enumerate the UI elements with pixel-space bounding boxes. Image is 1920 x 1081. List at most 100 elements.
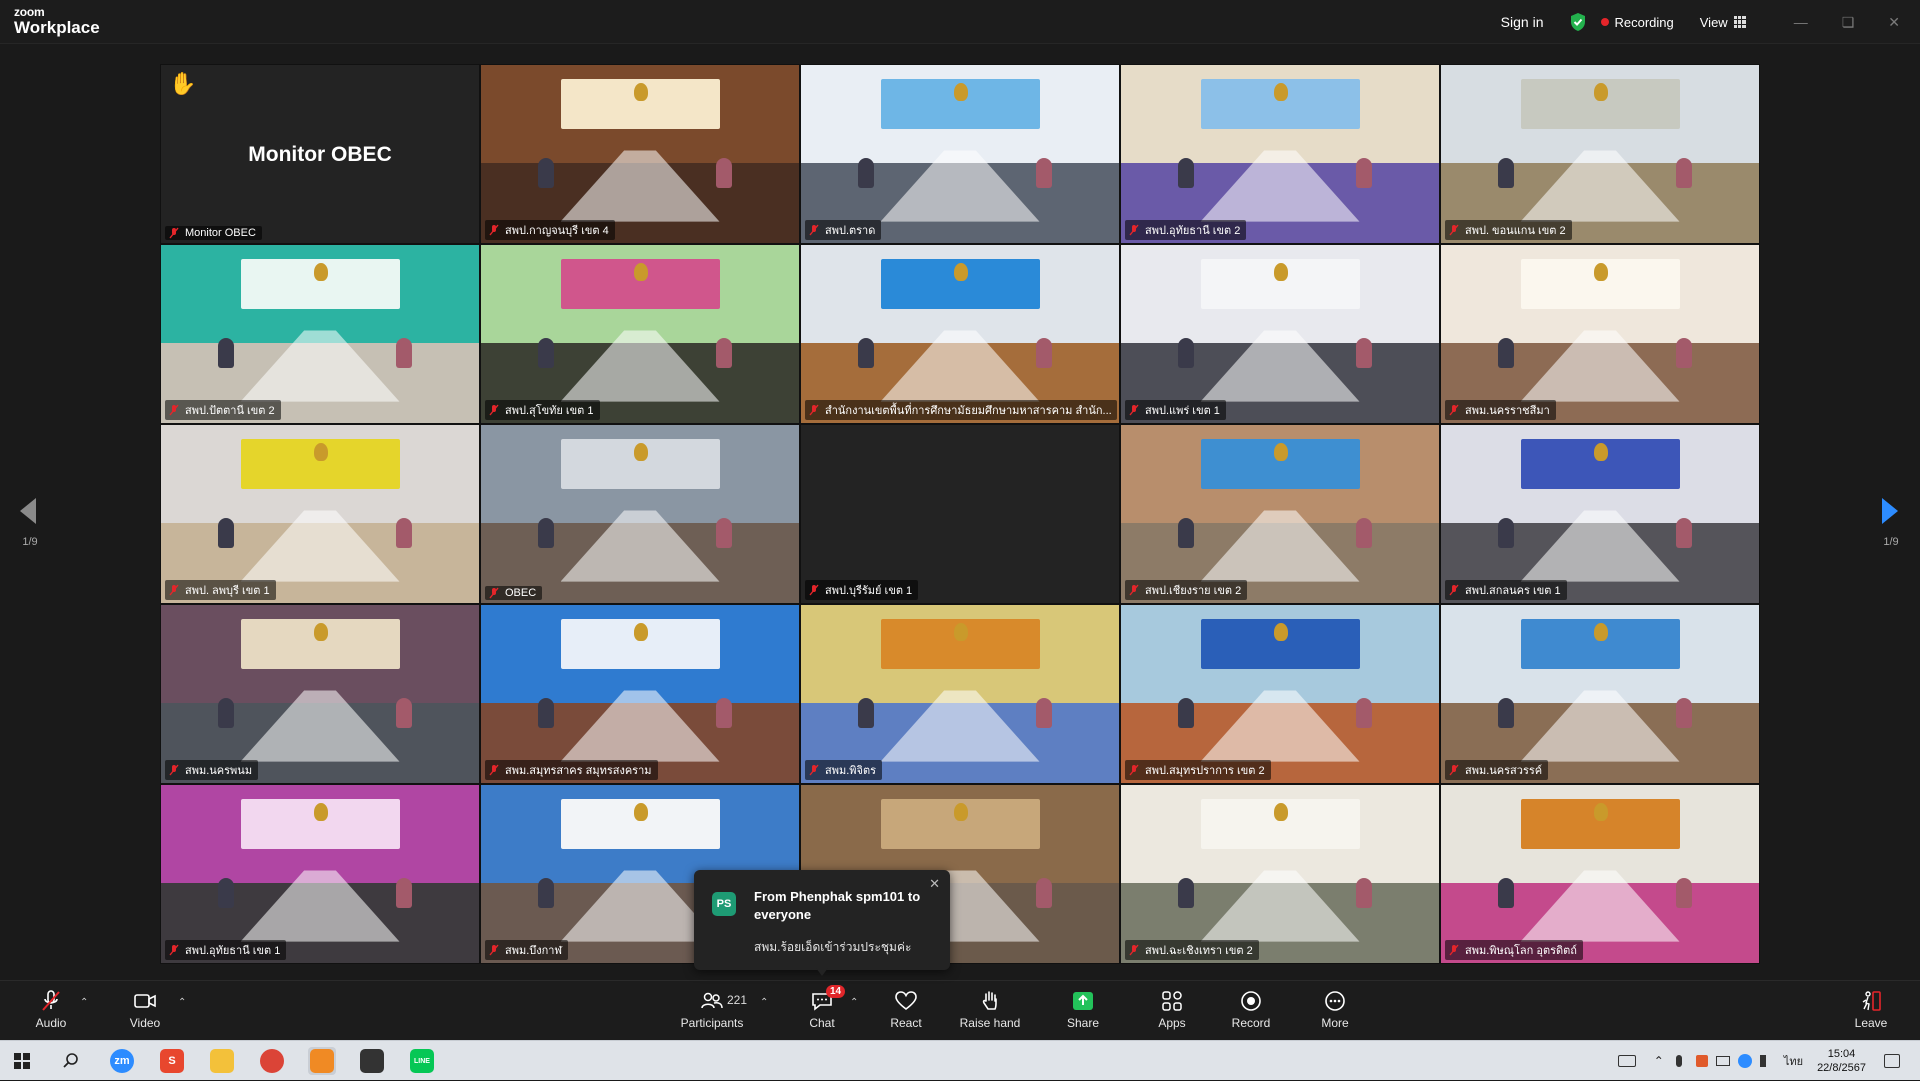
title-bar-right: Sign in Recording View — ❏ ✕ — [1501, 0, 1900, 44]
video-tile[interactable]: สพม.สมุทรสาคร สมุทรสงคราม — [480, 604, 800, 784]
network-icon[interactable] — [1715, 1056, 1730, 1066]
microphone-icon[interactable] — [1675, 1055, 1682, 1067]
video-tile[interactable]: สพป.ปัตตานี เขต 2 — [160, 244, 480, 424]
chat-notification-tail — [816, 968, 828, 976]
apps-button[interactable]: Apps — [1137, 989, 1207, 1030]
participant-name: สพม.บึงกาฬ — [505, 945, 562, 957]
chat-notification[interactable]: PS From Phenphak spm101 to everyone สพม.… — [694, 870, 950, 970]
notification-center-icon[interactable] — [1884, 1054, 1900, 1068]
video-tile[interactable]: สพม.พิจิตร — [800, 604, 1120, 784]
participant-name-tag: สำนักงานเขตพื้นที่การศึกษามัธยมศึกษามหาส… — [805, 400, 1117, 420]
video-tile[interactable]: สพป.สุโขทัย เขต 1 — [480, 244, 800, 424]
muted-mic-icon — [1129, 944, 1139, 956]
video-tile[interactable]: สพป.เชียงราย เขต 2 — [1120, 424, 1440, 604]
participant-name: สำนักงานเขตพื้นที่การศึกษามัธยมศึกษามหาส… — [825, 405, 1112, 417]
dark-app-icon[interactable] — [358, 1047, 386, 1075]
muted-mic-icon — [1449, 944, 1459, 956]
keyboard-icon[interactable] — [1617, 1055, 1636, 1067]
zoom-app-icon[interactable]: zm — [108, 1047, 136, 1075]
chrome-icon[interactable] — [258, 1047, 286, 1075]
video-tile[interactable]: สพป. ลพบุรี เขต 1 — [160, 424, 480, 604]
video-tile[interactable]: สพป. ขอนแกน เขต 2 — [1440, 64, 1760, 244]
participant-name-tag: สพป.สุโขทัย เขต 1 — [485, 400, 600, 420]
video-tile[interactable]: สพม.นครราชสีมา — [1440, 244, 1760, 424]
speaker-tray-icon[interactable] — [1695, 1055, 1708, 1067]
muted-mic-icon — [1129, 224, 1139, 236]
maximize-icon[interactable]: ❏ — [1842, 14, 1855, 31]
video-tile[interactable]: สพป.กาญจนบุรี เขต 4 — [480, 64, 800, 244]
meeting-stage: 1/9 1/9 ✋ Monitor OBEC Monitor OBEC สพป.กาญ… — [0, 44, 1920, 980]
chat-options-chevron-icon[interactable]: ⌃ — [850, 997, 858, 1008]
video-tile[interactable]: สพป.แพร่ เขต 1 — [1120, 244, 1440, 424]
video-tile[interactable]: สพป.อุทัยธานี เขต 2 — [1120, 64, 1440, 244]
muted-mic-icon — [809, 584, 819, 596]
minimize-icon[interactable]: — — [1794, 14, 1808, 30]
audio-options-chevron-icon[interactable]: ⌃ — [80, 997, 88, 1008]
video-button[interactable]: Video — [110, 989, 180, 1030]
record-button[interactable]: Record — [1216, 989, 1286, 1030]
participant-name-tag: สพป.กาญจนบุรี เขต 4 — [485, 220, 615, 240]
leave-button[interactable]: Leave — [1836, 989, 1906, 1030]
chat-unread-badge: 14 — [826, 985, 846, 998]
input-language[interactable]: ไทย — [1784, 1052, 1803, 1070]
react-button[interactable]: React — [871, 989, 941, 1030]
video-feed — [161, 605, 479, 783]
file-explorer-icon[interactable] — [208, 1047, 236, 1075]
search-icon[interactable] — [62, 1052, 80, 1070]
participant-name: สพป.อุทัยธานี เขต 2 — [1145, 225, 1241, 237]
muted-mic-icon — [1129, 584, 1139, 596]
line-app-icon[interactable]: LINE — [408, 1047, 436, 1075]
participants-icon — [701, 992, 723, 1009]
close-window-icon[interactable]: ✕ — [1888, 14, 1900, 31]
audio-button[interactable]: Audio — [16, 989, 86, 1030]
close-notification-icon[interactable]: ✕ — [929, 876, 940, 892]
participant-name: สพป.ปัตตานี เขต 2 — [185, 405, 275, 417]
video-tile[interactable]: OBEC — [480, 424, 800, 604]
system-clock[interactable]: 15:04 22/8/2567 — [1817, 1047, 1866, 1075]
participant-name-tag: Monitor OBEC — [165, 226, 262, 240]
video-tile[interactable]: สพป.สกลนคร เขต 1 — [1440, 424, 1760, 604]
participants-options-chevron-icon[interactable]: ⌃ — [760, 997, 768, 1008]
zoom-app-label: zm — [110, 1049, 134, 1073]
video-tile[interactable]: สพป.ตราด — [800, 64, 1120, 244]
recording-label: Recording — [1614, 14, 1674, 30]
video-tile[interactable]: สำนักงานเขตพื้นที่การศึกษามัธยมศึกษามหาส… — [800, 244, 1120, 424]
volume-icon[interactable] — [1759, 1055, 1772, 1067]
record-icon — [1241, 991, 1261, 1011]
sign-in-button[interactable]: Sign in — [1501, 14, 1544, 30]
video-tile[interactable]: สพป.ฉะเชิงเทรา เขต 2 — [1120, 784, 1440, 964]
muted-mic-icon — [1449, 584, 1459, 596]
chat-button[interactable]: Chat — [787, 989, 857, 1030]
video-tile[interactable]: สพป.สมุทรปราการ เขต 2 — [1120, 604, 1440, 784]
muted-mic-icon — [1129, 404, 1139, 416]
video-tile[interactable]: สพป.บุรีรัมย์ เขต 1 — [800, 424, 1120, 604]
more-button[interactable]: More — [1300, 989, 1370, 1030]
recording-indicator[interactable]: Recording — [1601, 14, 1674, 30]
video-options-chevron-icon[interactable]: ⌃ — [178, 997, 186, 1008]
tray-chevron-up-icon[interactable]: ⌃ — [1654, 1054, 1664, 1068]
security-shield-icon[interactable] — [1569, 12, 1587, 32]
video-tile[interactable]: ✋ Monitor OBEC Monitor OBEC — [160, 64, 480, 244]
share-button[interactable]: Share — [1048, 989, 1118, 1030]
logo-workplace-text: Workplace — [14, 18, 100, 37]
video-tile[interactable]: สพม.นครพนม — [160, 604, 480, 784]
chat-sender: From Phenphak spm101 to everyone — [754, 889, 921, 922]
muted-mic-icon — [169, 764, 179, 776]
video-tile[interactable]: สพม.นครสวรรค์ — [1440, 604, 1760, 784]
orange-app-icon[interactable] — [308, 1047, 336, 1075]
participant-name: OBEC — [505, 587, 537, 599]
video-feed — [801, 65, 1119, 243]
video-tile[interactable]: สพม.พิษณุโลก อุตรดิตถ์ — [1440, 784, 1760, 964]
next-page-icon[interactable] — [1880, 496, 1900, 526]
s-app-icon[interactable]: S — [158, 1047, 186, 1075]
participants-label: Participants — [680, 1016, 744, 1030]
video-tile[interactable]: สพป.อุทัยธานี เขต 1 — [160, 784, 480, 964]
windows-start-icon[interactable] — [14, 1053, 30, 1069]
view-button[interactable]: View — [1700, 15, 1746, 30]
raise-hand-button[interactable]: Raise hand — [955, 989, 1025, 1030]
zoom-tray-icon[interactable] — [1737, 1054, 1752, 1068]
video-feed — [1121, 65, 1439, 243]
muted-mic-icon — [169, 227, 179, 239]
chat-label: Chat — [809, 1016, 835, 1030]
previous-page-icon[interactable] — [18, 496, 38, 526]
